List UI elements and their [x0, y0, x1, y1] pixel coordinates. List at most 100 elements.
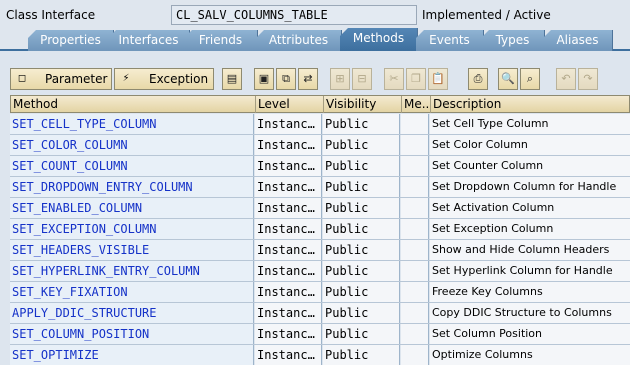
method-cell[interactable]: SET_DROPDOWN_ENTRY_COLUMN: [10, 177, 254, 197]
table-row[interactable]: SET_EXCEPTION_COLUMN Instanc… Public Set Ex…: [10, 219, 630, 240]
find-icon[interactable]: 🔍: [498, 68, 518, 90]
table-row[interactable]: SET_COUNT_COLUMN Instanc… Public Set Counte…: [10, 156, 630, 177]
method-cell[interactable]: SET_CELL_TYPE_COLUMN: [10, 114, 254, 134]
paste-icon[interactable]: 📋: [428, 68, 448, 90]
table-row[interactable]: SET_CELL_TYPE_COLUMN Instanc… Public Set Ce…: [10, 114, 630, 135]
table-row[interactable]: SET_OPTIMIZE Instanc… Public Optimize Colum…: [10, 345, 630, 365]
visibility-cell[interactable]: Public: [323, 198, 400, 218]
description-cell[interactable]: Optimize Columns: [430, 345, 630, 365]
me-cell[interactable]: [401, 240, 429, 260]
level-cell[interactable]: Instanc…: [255, 240, 322, 260]
description-cell[interactable]: Set Hyperlink Column for Handle: [430, 261, 630, 281]
description-cell[interactable]: Show and Hide Column Headers: [430, 240, 630, 260]
exception-button[interactable]: ⚡ Exception: [114, 68, 214, 90]
tab-aliases[interactable]: Aliases: [543, 30, 613, 51]
level-cell[interactable]: Instanc…: [255, 114, 322, 134]
display-object-icon[interactable]: ▣: [254, 68, 274, 90]
table-row[interactable]: APPLY_DDIC_STRUCTURE Instanc… Public Copy D…: [10, 303, 630, 324]
me-cell[interactable]: [401, 156, 429, 176]
description-cell[interactable]: Set Color Column: [430, 135, 630, 155]
me-cell[interactable]: [401, 198, 429, 218]
tab-attributes[interactable]: Attributes: [256, 30, 342, 51]
table-row[interactable]: SET_HEADERS_VISIBLE Instanc… Public Show an…: [10, 240, 630, 261]
me-cell[interactable]: [401, 219, 429, 239]
tab-properties[interactable]: Properties: [28, 30, 114, 51]
find-next-icon[interactable]: ⌕: [520, 68, 540, 90]
me-cell[interactable]: [401, 135, 429, 155]
me-cell[interactable]: [401, 282, 429, 302]
me-cell[interactable]: [401, 345, 429, 365]
method-cell[interactable]: SET_COLOR_COLUMN: [10, 135, 254, 155]
table-row[interactable]: SET_DROPDOWN_ENTRY_COLUMN Instanc… Public S…: [10, 177, 630, 198]
method-cell[interactable]: SET_COLUMN_POSITION: [10, 324, 254, 344]
description-cell[interactable]: Set Exception Column: [430, 219, 630, 239]
method-cell[interactable]: SET_ENABLED_COLUMN: [10, 198, 254, 218]
table-row[interactable]: SET_COLUMN_POSITION Instanc… Public Set Col…: [10, 324, 630, 345]
cut-icon[interactable]: ✂: [384, 68, 404, 90]
tab-types[interactable]: Types: [481, 30, 545, 51]
description-cell[interactable]: Set Column Position: [430, 324, 630, 344]
visibility-cell[interactable]: Public: [323, 261, 400, 281]
table-row[interactable]: SET_ENABLED_COLUMN Instanc… Public Set Acti…: [10, 198, 630, 219]
table-row[interactable]: SET_COLOR_COLUMN Instanc… Public Set Color …: [10, 135, 630, 156]
level-cell[interactable]: Instanc…: [255, 345, 322, 365]
description-cell[interactable]: Set Counter Column: [430, 156, 630, 176]
copy-icon[interactable]: ❐: [406, 68, 426, 90]
visibility-cell[interactable]: Public: [323, 282, 400, 302]
redo-icon[interactable]: ↷: [578, 68, 598, 90]
table-row[interactable]: SET_HYPERLINK_ENTRY_COLUMN Instanc… Public…: [10, 261, 630, 282]
method-cell[interactable]: SET_HYPERLINK_ENTRY_COLUMN: [10, 261, 254, 281]
visibility-cell[interactable]: Public: [323, 114, 400, 134]
column-header-level[interactable]: Level: [256, 96, 324, 113]
visibility-cell[interactable]: Public: [323, 156, 400, 176]
description-cell[interactable]: Set Cell Type Column: [430, 114, 630, 134]
description-cell[interactable]: Copy DDIC Structure to Columns: [430, 303, 630, 323]
copy-object-icon[interactable]: ⧉: [276, 68, 296, 90]
source-code-icon[interactable]: ▤: [222, 68, 242, 90]
level-cell[interactable]: Instanc…: [255, 261, 322, 281]
method-cell[interactable]: APPLY_DDIC_STRUCTURE: [10, 303, 254, 323]
description-cell[interactable]: Set Dropdown Column for Handle: [430, 177, 630, 197]
tab-methods[interactable]: Methods: [340, 28, 418, 51]
insert-row-icon[interactable]: ⊞: [330, 68, 350, 90]
description-cell[interactable]: Freeze Key Columns: [430, 282, 630, 302]
column-header-me[interactable]: Me...: [402, 96, 431, 113]
method-cell[interactable]: SET_HEADERS_VISIBLE: [10, 240, 254, 260]
column-header-visibility[interactable]: Visibility: [324, 96, 402, 113]
table-row[interactable]: SET_KEY_FIXATION Instanc… Public Freeze Key…: [10, 282, 630, 303]
visibility-cell[interactable]: Public: [323, 345, 400, 365]
method-cell[interactable]: SET_EXCEPTION_COLUMN: [10, 219, 254, 239]
me-cell[interactable]: [401, 303, 429, 323]
level-cell[interactable]: Instanc…: [255, 324, 322, 344]
tab-interfaces[interactable]: Interfaces: [108, 30, 190, 51]
me-cell[interactable]: [401, 324, 429, 344]
description-cell[interactable]: Set Activation Column: [430, 198, 630, 218]
level-cell[interactable]: Instanc…: [255, 303, 322, 323]
undo-icon[interactable]: ↶: [556, 68, 576, 90]
print-icon[interactable]: ⎙: [468, 68, 488, 90]
method-cell[interactable]: SET_COUNT_COLUMN: [10, 156, 254, 176]
me-cell[interactable]: [401, 114, 429, 134]
visibility-cell[interactable]: Public: [323, 240, 400, 260]
visibility-cell[interactable]: Public: [323, 219, 400, 239]
method-cell[interactable]: SET_KEY_FIXATION: [10, 282, 254, 302]
level-cell[interactable]: Instanc…: [255, 156, 322, 176]
class-name-field[interactable]: CL_SALV_COLUMNS_TABLE: [171, 5, 417, 25]
column-header-description[interactable]: Description: [431, 96, 630, 113]
level-cell[interactable]: Instanc…: [255, 198, 322, 218]
method-cell[interactable]: SET_OPTIMIZE: [10, 345, 254, 365]
visibility-cell[interactable]: Public: [323, 303, 400, 323]
level-cell[interactable]: Instanc…: [255, 219, 322, 239]
tab-events[interactable]: Events: [416, 30, 484, 51]
me-cell[interactable]: [401, 261, 429, 281]
tab-friends[interactable]: Friends: [184, 30, 258, 51]
visibility-cell[interactable]: Public: [323, 135, 400, 155]
parameter-button[interactable]: ◻ Parameter: [10, 68, 112, 90]
me-cell[interactable]: [401, 177, 429, 197]
delete-row-icon[interactable]: ⊟: [352, 68, 372, 90]
visibility-cell[interactable]: Public: [323, 324, 400, 344]
level-cell[interactable]: Instanc…: [255, 135, 322, 155]
level-cell[interactable]: Instanc…: [255, 282, 322, 302]
column-header-method[interactable]: Method: [11, 96, 256, 113]
level-cell[interactable]: Instanc…: [255, 177, 322, 197]
